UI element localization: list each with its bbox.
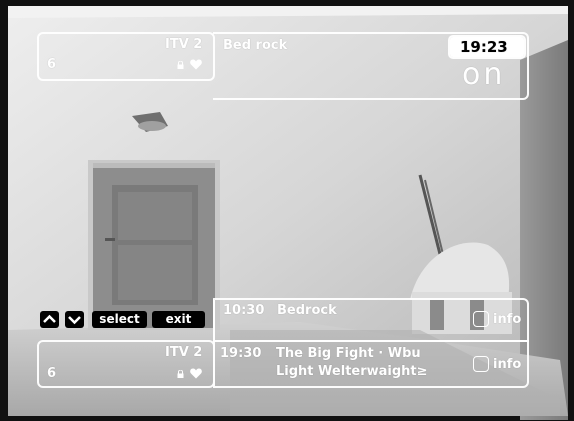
- top-channel-number: 6: [47, 57, 57, 72]
- next-title-line2: Light Welterwaight≥: [276, 364, 428, 379]
- tv-overlay: ITV 2 6 Bed rock 19:23 19:23 on select e…: [0, 0, 574, 421]
- bottom-channel-number: 6: [47, 366, 57, 381]
- now-info-label[interactable]: info: [493, 312, 521, 327]
- clock-text: 19:23: [460, 38, 508, 56]
- programme-title: Bed rock: [223, 38, 288, 53]
- now-title: Bedrock: [277, 303, 337, 318]
- next-title: The Big Fight · Wbu: [276, 346, 421, 361]
- chevron-up-icon[interactable]: [40, 311, 59, 328]
- now-time: 10:30: [223, 303, 265, 318]
- next-info-label[interactable]: info: [493, 357, 521, 372]
- heart-icon: [190, 368, 202, 379]
- chevron-down-icon[interactable]: [65, 311, 84, 328]
- exit-button[interactable]: exit: [152, 311, 205, 328]
- select-button[interactable]: select: [92, 311, 147, 328]
- next-time: 19:30: [220, 346, 262, 361]
- on-logo: on: [462, 57, 506, 92]
- lock-icon: [177, 370, 184, 378]
- bottom-channel-name: ITV 2: [165, 345, 203, 360]
- heart-icon: [190, 59, 202, 70]
- now-info-button[interactable]: [473, 311, 489, 327]
- top-channel-name: ITV 2: [165, 37, 203, 52]
- lock-icon: [177, 61, 184, 69]
- next-info-button[interactable]: [473, 356, 489, 372]
